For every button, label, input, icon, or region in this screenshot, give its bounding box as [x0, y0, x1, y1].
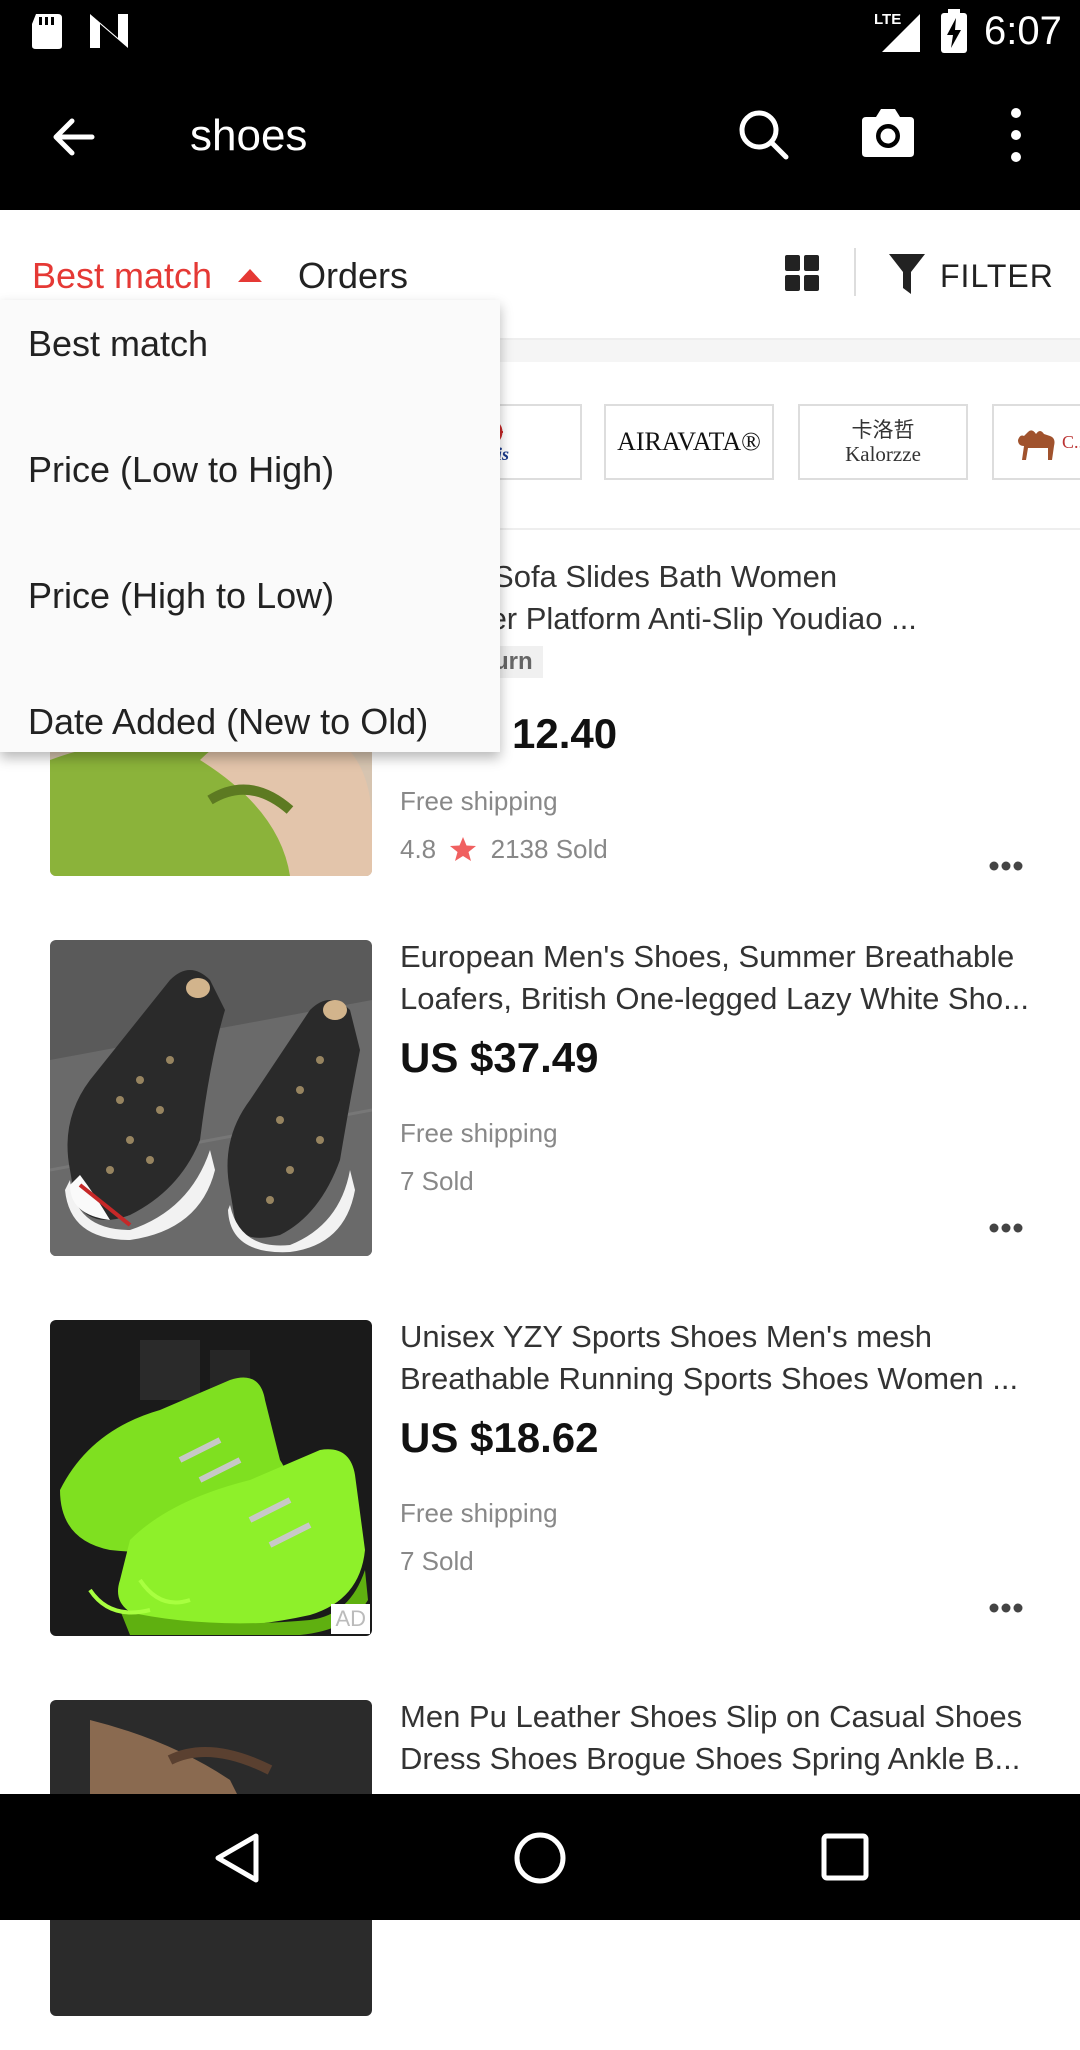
svg-text:LTE: LTE [874, 11, 901, 28]
product-image[interactable]: AD [50, 1320, 372, 1636]
ad-badge: AD [331, 1604, 370, 1634]
app-bar: shoes [0, 63, 1080, 210]
caret-up-icon[interactable] [236, 266, 264, 284]
star-icon [450, 837, 477, 861]
brand-logo-kalorzze[interactable]: 卡洛哲 Kalorzze [798, 404, 968, 480]
search-icon[interactable] [736, 107, 790, 161]
sort-option-price-high-low[interactable]: Price (High to Low) [28, 572, 334, 620]
notification-n-icon [90, 14, 128, 48]
brand-name: AIRAVATA® [617, 427, 761, 456]
brand-logo-camel[interactable]: C... [992, 404, 1080, 480]
product-card[interactable]: European Men's Shoes, Summer Breathable … [0, 910, 1080, 1292]
product-price: US $37.49 [400, 1034, 599, 1081]
battery-charging-icon [941, 9, 967, 53]
rating-value: 4.8 [400, 834, 437, 864]
nav-recents-icon[interactable] [820, 1832, 870, 1882]
sort-best-match-tab[interactable]: Best match [32, 252, 212, 300]
clock: 6:07 [984, 9, 1062, 53]
filter-button[interactable]: FILTER [940, 254, 1054, 298]
product-title[interactable]: Unisex YZY Sports Shoes Men's mesh Breat… [400, 1316, 1040, 1400]
product-title[interactable]: European Men's Shoes, Summer Breathable … [400, 936, 1040, 1020]
camel-icon [1018, 430, 1055, 460]
shipping-info: Free shipping [400, 1118, 558, 1148]
sort-option-best-match[interactable]: Best match [28, 320, 208, 368]
product-title[interactable]: Men Pu Leather Shoes Slip on Casual Shoe… [400, 1696, 1040, 1780]
more-dots-icon[interactable] [988, 1222, 1024, 1234]
back-arrow-icon[interactable] [46, 109, 102, 165]
grid-view-icon[interactable] [784, 254, 820, 292]
brand-logo-airavata[interactable]: AIRAVATA® [604, 404, 774, 480]
shipping-info: Free shipping [400, 786, 558, 816]
system-nav-bar [0, 1794, 1080, 1920]
more-dots-icon[interactable] [988, 860, 1024, 872]
sold-count: 7 Sold [400, 1166, 474, 1196]
filter-icon[interactable] [888, 252, 926, 296]
more-dots-icon[interactable] [988, 1602, 1024, 1614]
sort-orders-tab[interactable]: Orders [298, 252, 408, 300]
product-image[interactable] [50, 940, 372, 1256]
brand-name-cn: 卡洛哲 [851, 418, 915, 442]
more-options-icon[interactable] [996, 103, 1036, 167]
sort-option-price-low-high[interactable]: Price (Low to High) [28, 446, 334, 494]
search-query[interactable]: shoes [190, 108, 307, 164]
status-bar: LTE 6:07 [0, 0, 1080, 63]
brand-name: C... [1062, 431, 1080, 452]
camera-icon[interactable] [858, 105, 918, 161]
nav-back-icon[interactable] [210, 1830, 264, 1886]
sort-option-date-added[interactable]: Date Added (New to Old) [28, 698, 428, 746]
product-card[interactable]: AD Unisex YZY Sports Shoes Men's mesh Br… [0, 1290, 1080, 1672]
sort-dropdown-menu: Best match Price (Low to High) Price (Hi… [0, 300, 500, 752]
brand-name-en: Kalorzze [845, 442, 921, 466]
rating-sold: 4.8 2138 Sold [400, 832, 608, 866]
sd-card-icon [32, 14, 62, 49]
lte-signal-icon: LTE [874, 11, 920, 52]
product-price: 12.40 [512, 710, 618, 757]
nav-home-icon[interactable] [512, 1830, 568, 1886]
product-price: US $18.62 [400, 1414, 599, 1461]
sold-count: 2138 Sold [490, 834, 608, 864]
shipping-info: Free shipping [400, 1498, 558, 1528]
sold-count: 7 Sold [400, 1546, 474, 1576]
sort-divider [854, 248, 856, 296]
